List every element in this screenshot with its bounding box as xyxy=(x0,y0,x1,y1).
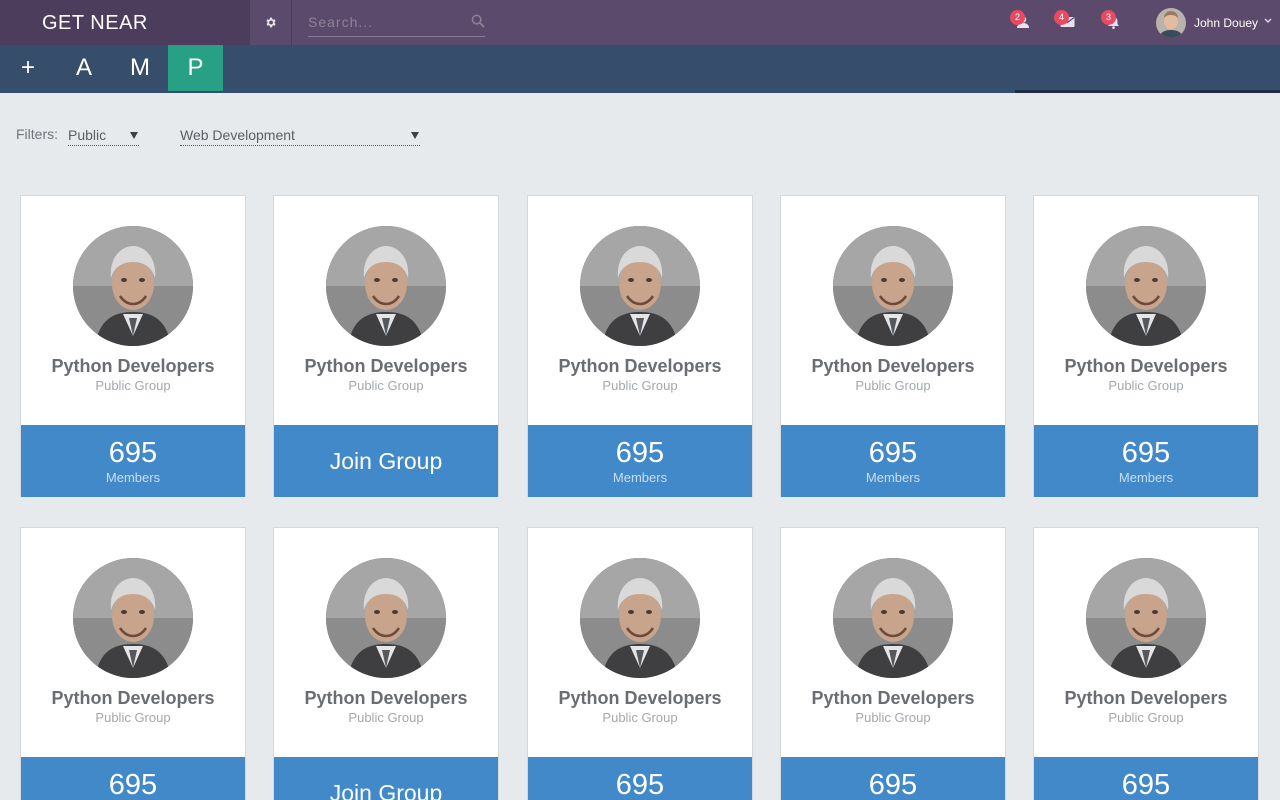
group-title[interactable]: Python Developers xyxy=(21,356,245,377)
group-avatar xyxy=(833,226,953,346)
group-card[interactable]: Python Developers Public Group 695 Members xyxy=(527,195,753,497)
card-footer: 695 xyxy=(1034,757,1258,800)
group-type: Public Group xyxy=(348,378,424,393)
member-count-label: Members xyxy=(1118,470,1174,485)
member-count: 695 xyxy=(868,437,918,469)
group-card[interactable]: Python Developers Public Group Join Group xyxy=(273,195,499,497)
group-card[interactable]: Python Developers Public Group 695 Members xyxy=(20,195,246,497)
group-avatar xyxy=(580,558,700,678)
group-title[interactable]: Python Developers xyxy=(1034,688,1258,709)
group-type: Public Group xyxy=(855,710,931,725)
group-avatar xyxy=(73,558,193,678)
member-count: 695 xyxy=(108,437,158,469)
card-footer: 695 Members xyxy=(781,425,1005,497)
group-title[interactable]: Python Developers xyxy=(781,356,1005,377)
card-footer: 695 Members xyxy=(528,425,752,497)
join-group-button[interactable]: Join Group xyxy=(274,425,498,497)
group-type: Public Group xyxy=(1108,378,1184,393)
group-title[interactable]: Python Developers xyxy=(781,688,1005,709)
group-card[interactable]: Python Developers Public Group 695 xyxy=(20,527,246,800)
group-avatar xyxy=(833,558,953,678)
member-count: 695 xyxy=(1121,437,1171,469)
group-card[interactable]: Python Developers Public Group Join Group xyxy=(273,527,499,800)
card-footer: 695 xyxy=(781,757,1005,800)
card-footer: Join Group xyxy=(274,757,498,800)
group-type: Public Group xyxy=(602,710,678,725)
card-footer: 695 xyxy=(21,757,245,800)
group-avatar xyxy=(326,226,446,346)
group-avatar xyxy=(1086,558,1206,678)
group-card[interactable]: Python Developers Public Group 695 Members xyxy=(780,195,1006,497)
member-count-label: Members xyxy=(865,470,921,485)
group-card[interactable]: Python Developers Public Group 695 xyxy=(780,527,1006,800)
card-footer: 695 Members xyxy=(21,425,245,497)
group-grid: Python Developers Public Group 695 Members … xyxy=(0,0,1280,800)
card-footer: Join Group xyxy=(274,425,498,497)
member-count: 695 xyxy=(868,769,918,800)
member-count: 695 xyxy=(108,769,158,800)
group-avatar xyxy=(580,226,700,346)
group-title[interactable]: Python Developers xyxy=(528,688,752,709)
group-type: Public Group xyxy=(602,378,678,393)
member-count: 695 xyxy=(615,769,665,800)
group-card[interactable]: Python Developers Public Group 695 xyxy=(1033,527,1259,800)
group-title[interactable]: Python Developers xyxy=(528,356,752,377)
group-title[interactable]: Python Developers xyxy=(274,356,498,377)
group-avatar xyxy=(326,558,446,678)
group-type: Public Group xyxy=(95,710,171,725)
member-count-label: Members xyxy=(105,470,161,485)
group-avatar xyxy=(1086,226,1206,346)
member-count: 695 xyxy=(615,437,665,469)
group-type: Public Group xyxy=(1108,710,1184,725)
group-title[interactable]: Python Developers xyxy=(274,688,498,709)
group-type: Public Group xyxy=(348,710,424,725)
member-count-label: Members xyxy=(612,470,668,485)
join-group-button[interactable]: Join Group xyxy=(274,757,498,800)
group-title[interactable]: Python Developers xyxy=(1034,356,1258,377)
member-count: 695 xyxy=(1121,769,1171,800)
card-footer: 695 xyxy=(528,757,752,800)
card-footer: 695 Members xyxy=(1034,425,1258,497)
group-card[interactable]: Python Developers Public Group 695 xyxy=(527,527,753,800)
group-type: Public Group xyxy=(855,378,931,393)
group-avatar xyxy=(73,226,193,346)
group-type: Public Group xyxy=(95,378,171,393)
group-title[interactable]: Python Developers xyxy=(21,688,245,709)
group-card[interactable]: Python Developers Public Group 695 Members xyxy=(1033,195,1259,497)
